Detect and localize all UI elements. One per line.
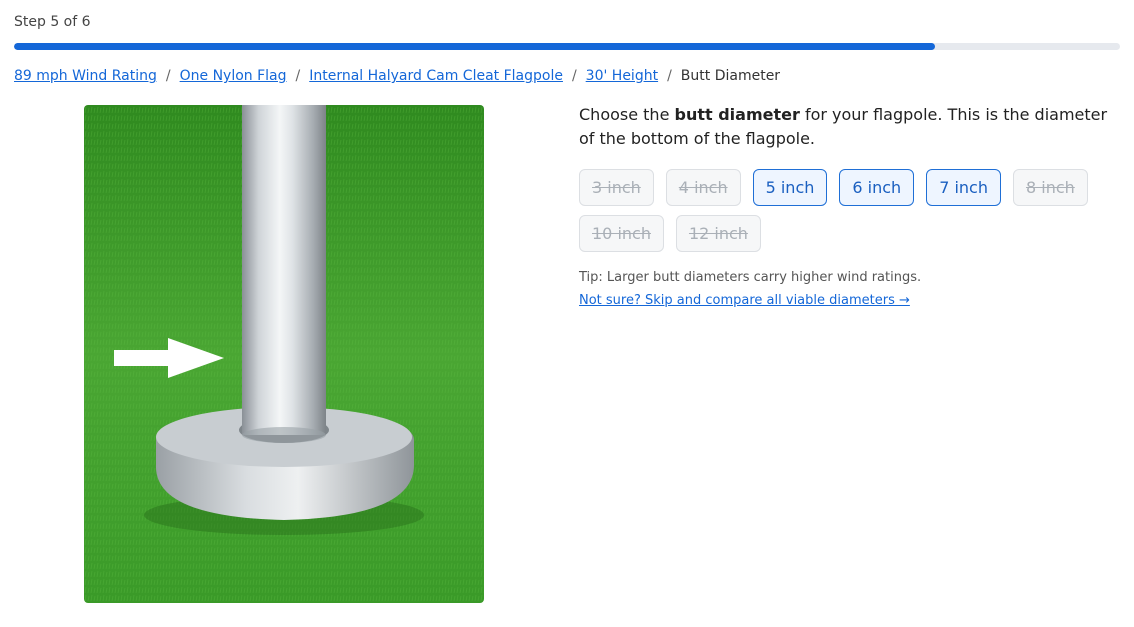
diameter-panel: Choose the butt diameter for your flagpo…	[579, 103, 1119, 308]
diameter-option-4-inch: 4 inch	[665, 169, 741, 206]
breadcrumb-separator: /	[295, 68, 301, 84]
breadcrumb-link-flagpole-type[interactable]: Internal Halyard Cam Cleat Flagpole	[309, 68, 563, 84]
step-label: Step 5 of 6	[14, 14, 91, 30]
breadcrumb-separator: /	[667, 68, 672, 84]
diameter-option-3-inch: 3 inch	[579, 169, 654, 206]
progress-fill	[14, 43, 936, 50]
question-text: Choose the butt diameter for your flagpo…	[579, 105, 1108, 148]
breadcrumb-link-flag[interactable]: One Nylon Flag	[180, 68, 287, 84]
skip-compare-link[interactable]: Not sure? Skip and compare all viable di…	[579, 293, 910, 308]
breadcrumb: 89 mph Wind Rating / One Nylon Flag / In…	[14, 68, 780, 84]
product-image	[84, 105, 484, 603]
progress-bar	[14, 43, 1120, 50]
breadcrumb-link-height[interactable]: 30' Height	[586, 68, 658, 84]
diameter-option-5-inch[interactable]: 5 inch	[752, 169, 828, 206]
diameter-options: 3 inch 4 inch 5 inch 6 inch 7 inch 8 inch 10 i…	[579, 169, 1099, 252]
breadcrumb-separator: /	[165, 68, 171, 84]
diameter-option-8-inch: 8 inch	[1012, 169, 1088, 206]
diameter-option-12-inch: 12 inch	[675, 215, 761, 252]
diameter-option-10-inch: 10 inch	[579, 215, 664, 252]
diameter-option-6-inch[interactable]: 6 inch	[839, 169, 915, 206]
diameter-option-7-inch[interactable]: 7 inch	[926, 169, 1001, 206]
tip-text: Tip: Larger butt diameters carry higher …	[579, 270, 922, 285]
breadcrumb-separator: /	[571, 68, 577, 84]
breadcrumb-current: Butt Diameter	[680, 68, 781, 84]
breadcrumb-link-wind-rating[interactable]: 89 mph Wind Rating	[14, 68, 157, 84]
